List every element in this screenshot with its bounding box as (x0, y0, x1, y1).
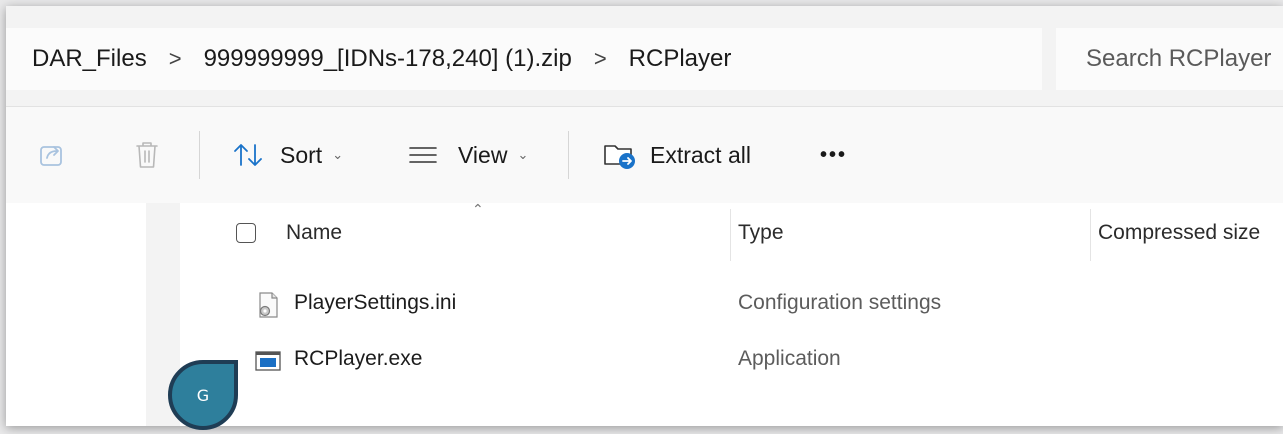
share-button[interactable] (38, 107, 66, 203)
chevron-down-icon: ⌄ (517, 147, 529, 162)
user-marker-initial: G (196, 385, 210, 405)
breadcrumb-separator: > (168, 46, 182, 71)
search-input[interactable]: Search RCPlayer (1056, 28, 1283, 90)
breadcrumb-item-zip[interactable]: 999999999_[IDNs-178,240] (1).zip (204, 45, 572, 73)
column-divider[interactable] (1090, 209, 1091, 261)
file-row[interactable]: PlayerSettings.ini Configuration setting… (180, 279, 1283, 329)
chevron-down-icon: ⌄ (332, 147, 344, 162)
extract-folder-icon (604, 145, 635, 169)
view-button[interactable]: View ⌄ (408, 107, 528, 203)
column-header-compressed-size[interactable]: Compressed size (1098, 221, 1260, 245)
more-options-button[interactable]: ••• (820, 107, 847, 203)
share-icon (40, 146, 62, 166)
breadcrumb-item-dar-files[interactable]: DAR_Files (32, 45, 147, 73)
user-marker-avatar: G (168, 360, 238, 430)
application-icon (255, 351, 281, 371)
address-bar-row: DAR_Files > 999999999_[IDNs-178,240] (1)… (6, 6, 1283, 106)
file-name[interactable]: RCPlayer.exe (294, 347, 422, 371)
extract-all-label: Extract all (650, 141, 751, 168)
breadcrumb-separator: > (593, 46, 607, 71)
view-label: View (458, 141, 508, 168)
file-name[interactable]: PlayerSettings.ini (294, 291, 456, 315)
toolbar-divider (568, 131, 569, 179)
extract-all-button[interactable]: Extract all (602, 107, 751, 203)
sort-ascending-icon: ⌃ (472, 201, 484, 217)
file-list: ⌃ Name Type Compressed size PlayerSettin… (180, 201, 1283, 426)
view-lines-icon (409, 147, 437, 163)
breadcrumb[interactable]: DAR_Files > 999999999_[IDNs-178,240] (1)… (6, 28, 1042, 90)
select-all-checkbox[interactable] (236, 223, 256, 243)
navigation-pane[interactable] (6, 203, 146, 426)
breadcrumb-item-rcplayer[interactable]: RCPlayer (629, 45, 732, 73)
file-row[interactable]: RCPlayer.exe Application (180, 335, 1283, 385)
command-bar: Sort ⌄ View ⌄ Extract all ••• (6, 106, 1283, 204)
sort-label: Sort (280, 141, 323, 168)
file-type: Configuration settings (738, 291, 942, 314)
settings-file-icon (259, 292, 278, 318)
delete-button[interactable] (134, 107, 160, 203)
column-header-type[interactable]: Type (738, 221, 784, 245)
column-divider[interactable] (730, 209, 731, 261)
toolbar-divider (199, 131, 200, 179)
search-placeholder: Search RCPlayer (1086, 45, 1272, 72)
sort-button[interactable]: Sort ⌄ (232, 107, 343, 203)
column-header-name[interactable]: Name (286, 221, 342, 245)
column-header-row: ⌃ Name Type Compressed size (180, 201, 1283, 265)
trash-icon (136, 142, 158, 168)
file-type: Application (738, 347, 841, 370)
sort-icon (234, 144, 262, 166)
more-icon: ••• (820, 143, 848, 166)
